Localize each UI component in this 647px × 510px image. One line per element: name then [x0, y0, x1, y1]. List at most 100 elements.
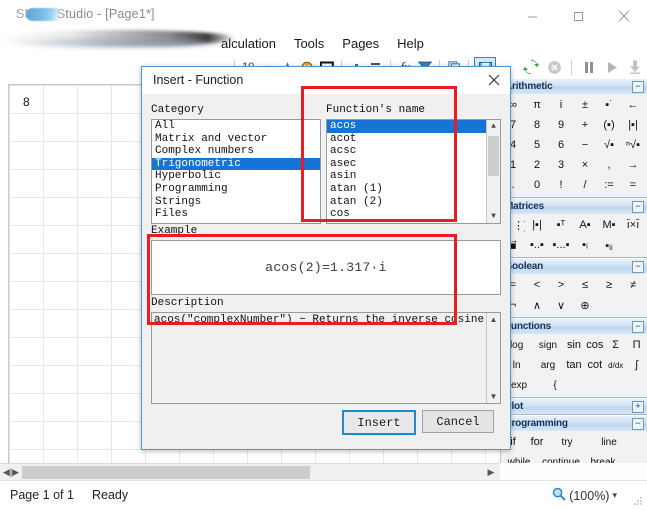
palette-button[interactable]: ∨ — [549, 295, 573, 315]
function-item-asec[interactable]: asec — [327, 158, 487, 171]
palette-button[interactable]: √▪ — [597, 135, 621, 155]
palette-button[interactable]: 8 — [525, 115, 549, 135]
cancel-button[interactable]: Cancel — [422, 410, 494, 433]
palette-button[interactable]: ≥ — [597, 275, 621, 295]
palette-button[interactable]: sin — [563, 335, 585, 355]
category-item-trigonometric[interactable]: Trigonometric — [152, 157, 320, 171]
palette-button[interactable]: line — [585, 432, 633, 452]
scroll-left-icon[interactable]: ◀|▶ — [2, 466, 20, 479]
menu-item-tools[interactable]: Tools — [285, 32, 333, 56]
palette-button[interactable]: sign — [532, 335, 564, 355]
collapse-icon[interactable]: − — [632, 80, 644, 93]
close-button[interactable] — [601, 0, 647, 32]
palette-button[interactable]: break — [585, 452, 621, 463]
palette-button[interactable]: |▪| — [621, 115, 645, 135]
palette-button[interactable]: ⁿ√▪ — [621, 135, 645, 155]
palette-button[interactable]: ▪ᵢⱼ — [597, 235, 621, 255]
category-item-files[interactable]: Files — [152, 208, 320, 221]
expand-icon[interactable]: + — [632, 400, 644, 413]
zoom-control[interactable]: (100%) ▾ — [552, 487, 617, 504]
scroll-up-icon[interactable]: ▲ — [487, 313, 500, 326]
function-item-atan-1[interactable]: atan (1) — [327, 183, 487, 196]
scroll-down-icon[interactable]: ▼ — [487, 390, 500, 403]
palette-button[interactable]: ▪ᵀ — [549, 215, 573, 235]
palette-button[interactable]: ≤ — [573, 275, 597, 295]
palette-button[interactable]: 5 — [525, 135, 549, 155]
palette-button[interactable]: M▪ — [597, 215, 621, 235]
menu-item-pages[interactable]: Pages — [333, 32, 388, 56]
palette-button[interactable]: ▪..▪ — [525, 235, 549, 255]
palette-button[interactable]: → — [621, 155, 645, 175]
panel-header-boolean[interactable]: Boolean − — [501, 258, 647, 274]
category-item-complex-numbers[interactable]: Complex numbers — [152, 145, 320, 158]
palette-button[interactable]: ⊕ — [573, 295, 597, 315]
resize-grip-icon[interactable] — [633, 495, 643, 505]
function-item-acot[interactable]: acot — [327, 133, 487, 146]
palette-button[interactable]: = — [621, 175, 645, 195]
scroll-up-icon[interactable]: ▲ — [487, 120, 500, 133]
palette-button[interactable]: 9 — [549, 115, 573, 135]
functions-scrollbar[interactable]: ▲ ▼ — [486, 120, 500, 223]
insert-button[interactable]: Insert — [342, 410, 416, 435]
scroll-down-icon[interactable]: ▼ — [487, 210, 500, 223]
palette-button[interactable]: try — [549, 432, 585, 452]
collapse-icon[interactable]: − — [632, 200, 644, 213]
palette-button[interactable]: (▪) — [597, 115, 621, 135]
palette-button[interactable]: 2 — [525, 155, 549, 175]
palette-button[interactable]: ← — [621, 95, 645, 115]
palette-button[interactable]: |▪| — [525, 215, 549, 235]
panel-header-functions[interactable]: Functions − — [501, 318, 647, 334]
palette-button[interactable]: + — [573, 115, 597, 135]
zoom-caret-icon[interactable]: ▾ — [612, 490, 617, 501]
palette-button[interactable]: ▪ᵢ — [573, 235, 597, 255]
palette-button[interactable]: 6 — [549, 135, 573, 155]
palette-button[interactable]: ≠ — [621, 275, 645, 295]
collapse-icon[interactable]: − — [632, 320, 644, 333]
palette-button[interactable]: 0 — [525, 175, 549, 195]
category-item-matrix-and-vector[interactable]: Matrix and vector — [152, 133, 320, 146]
palette-button[interactable]: ▪...▪ — [549, 235, 573, 255]
palette-button[interactable]: A▪ — [573, 215, 597, 235]
collapse-icon[interactable]: − — [632, 260, 644, 273]
palette-button[interactable]: / — [573, 175, 597, 195]
palette-button[interactable]: > — [549, 275, 573, 295]
panel-header-arithmetic[interactable]: Arithmetic − — [501, 78, 647, 94]
palette-button[interactable]: < — [525, 275, 549, 295]
function-item-atan-2[interactable]: atan (2) — [327, 196, 487, 209]
palette-button[interactable]: ! — [549, 175, 573, 195]
functions-listbox[interactable]: acos acot acsc asec asin atan (1) atan (… — [326, 119, 501, 224]
description-box[interactable]: acos("complexNumber") − Returns the inve… — [151, 312, 501, 404]
palette-button[interactable]: Π — [626, 335, 647, 355]
category-item-strings[interactable]: Strings — [152, 196, 320, 209]
palette-button[interactable]: i — [549, 95, 573, 115]
minimize-button[interactable] — [509, 0, 555, 32]
palette-button[interactable]: tan — [563, 355, 585, 375]
palette-button[interactable]: 3 — [549, 155, 573, 175]
panel-header-matrices[interactable]: Matrices − — [501, 198, 647, 214]
horizontal-scrollbar[interactable]: ◀|▶ ▶ — [0, 463, 500, 481]
dialog-close-button[interactable] — [484, 71, 504, 89]
description-scrollbar[interactable]: ▲ ▼ — [486, 313, 500, 403]
palette-button[interactable]: cos — [584, 335, 606, 355]
function-item-acsc[interactable]: acsc — [327, 145, 487, 158]
category-item-programming[interactable]: Programming — [152, 183, 320, 196]
cell-value[interactable]: 8 — [23, 95, 30, 109]
palette-button[interactable]: d/dx — [605, 355, 627, 375]
palette-button[interactable]: cot — [584, 355, 606, 375]
function-item-acos[interactable]: acos — [327, 120, 487, 133]
scroll-right-icon[interactable]: ▶ — [484, 466, 498, 479]
palette-button[interactable]: ± — [573, 95, 597, 115]
function-item-cos[interactable]: cos — [327, 208, 487, 221]
maximize-button[interactable] — [555, 0, 601, 32]
category-item-all[interactable]: All — [152, 120, 320, 133]
horizontal-scroll-thumb[interactable] — [22, 466, 310, 479]
palette-button[interactable]: continue — [537, 452, 585, 463]
palette-button[interactable]: arg — [532, 355, 564, 375]
function-item-asin[interactable]: asin — [327, 170, 487, 183]
palette-button[interactable]: while — [501, 452, 537, 463]
palette-button[interactable]: { — [537, 375, 573, 395]
palette-button[interactable]: for — [525, 432, 549, 452]
recalculate-icon[interactable] — [522, 58, 540, 76]
palette-button[interactable]: , — [597, 155, 621, 175]
category-item-hyperbolic[interactable]: Hyperbolic — [152, 170, 320, 183]
